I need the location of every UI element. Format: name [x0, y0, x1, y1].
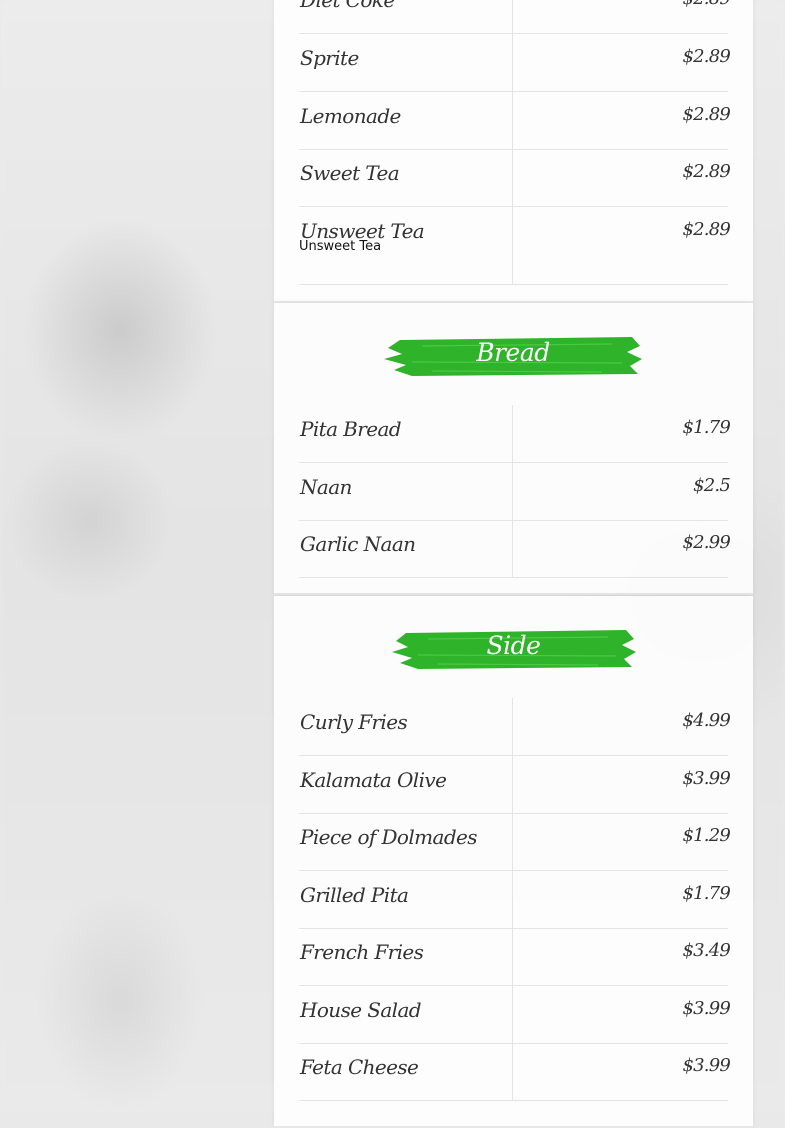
column-divider [512, 698, 513, 755]
menu-item-row[interactable]: Unsweet Tea $2.89 Unsweet Tea [299, 207, 731, 285]
column-divider [512, 463, 513, 520]
column-divider [512, 928, 513, 985]
item-price: $3.49 [682, 940, 730, 961]
item-name: French Fries [300, 940, 424, 964]
column-divider [512, 813, 513, 870]
section-banner: Bread [382, 332, 644, 380]
item-price: $2.89 [682, 46, 730, 67]
item-price: $2.5 [693, 475, 731, 496]
item-name: Lemonade [300, 104, 401, 128]
column-divider [512, 405, 513, 462]
column-divider [512, 92, 513, 149]
item-price: $2.89 [682, 0, 730, 9]
menu-item-row[interactable]: Naan $2.5 [299, 463, 731, 521]
column-divider [512, 34, 513, 91]
item-name: Piece of Dolmades [300, 825, 478, 849]
column-divider [512, 0, 513, 33]
menu-item-row[interactable]: Diet Coke $2.89 [299, 0, 731, 34]
item-name: Naan [300, 475, 352, 499]
item-price: $1.79 [682, 417, 730, 438]
item-price: $2.99 [682, 532, 730, 553]
drinks-section: Diet Coke $2.89 Sprite $2.89 Lemonade $2… [274, 0, 753, 303]
menu-item-row[interactable]: House Salad $3.99 [299, 986, 731, 1044]
bread-section: Bread Pita Bread $1.79 Naan $2.5 Garlic … [274, 303, 753, 595]
menu-item-row[interactable]: Grilled Pita $1.79 [299, 871, 731, 929]
item-price: $2.89 [682, 219, 730, 240]
item-name: Pita Bread [300, 417, 402, 441]
column-divider [512, 207, 513, 284]
item-name: Sprite [300, 46, 359, 70]
item-price: $1.29 [682, 825, 730, 846]
item-price: $2.89 [682, 104, 730, 125]
menu-item-row[interactable]: Garlic Naan $2.99 [299, 520, 731, 578]
item-name: Grilled Pita [300, 883, 409, 907]
column-divider [512, 1043, 513, 1100]
item-description: Unsweet Tea [299, 239, 382, 254]
side-section: Side Curly Fries $4.99 Kalamata Olive $3… [274, 596, 753, 1128]
menu-column: Diet Coke $2.89 Sprite $2.89 Lemonade $2… [274, 0, 753, 1128]
item-name: Diet Coke [300, 0, 395, 12]
item-name: Garlic Naan [300, 532, 416, 556]
section-banner: Side [390, 625, 637, 673]
menu-item-row[interactable]: Feta Cheese $3.99 [299, 1043, 731, 1101]
item-price: $4.99 [682, 710, 730, 731]
item-name: Feta Cheese [300, 1055, 419, 1079]
item-name: Sweet Tea [300, 161, 400, 185]
menu-item-row[interactable]: Piece of Dolmades $1.29 [299, 813, 731, 871]
column-divider [512, 871, 513, 928]
column-divider [512, 756, 513, 813]
item-name: House Salad [300, 998, 422, 1022]
menu-item-row[interactable]: Lemonade $2.89 [299, 92, 731, 150]
menu-item-row[interactable]: Kalamata Olive $3.99 [299, 756, 731, 814]
column-divider [512, 986, 513, 1043]
menu-item-row[interactable]: Pita Bread $1.79 [299, 405, 731, 463]
menu-item-row[interactable]: Curly Fries $4.99 [299, 698, 731, 756]
item-name: Kalamata Olive [300, 768, 447, 792]
column-divider [512, 520, 513, 577]
item-name: Curly Fries [300, 710, 408, 734]
column-divider [512, 149, 513, 206]
item-price: $3.99 [682, 768, 730, 789]
section-title: Side [486, 631, 541, 660]
menu-item-row[interactable]: Sweet Tea $2.89 [299, 149, 731, 207]
section-title: Bread [476, 338, 550, 367]
item-price: $1.79 [682, 883, 730, 904]
item-price: $2.89 [682, 161, 730, 182]
menu-item-row[interactable]: French Fries $3.49 [299, 928, 731, 986]
menu-item-row[interactable]: Sprite $2.89 [299, 34, 731, 92]
item-price: $3.99 [682, 1055, 730, 1076]
item-price: $3.99 [682, 998, 730, 1019]
